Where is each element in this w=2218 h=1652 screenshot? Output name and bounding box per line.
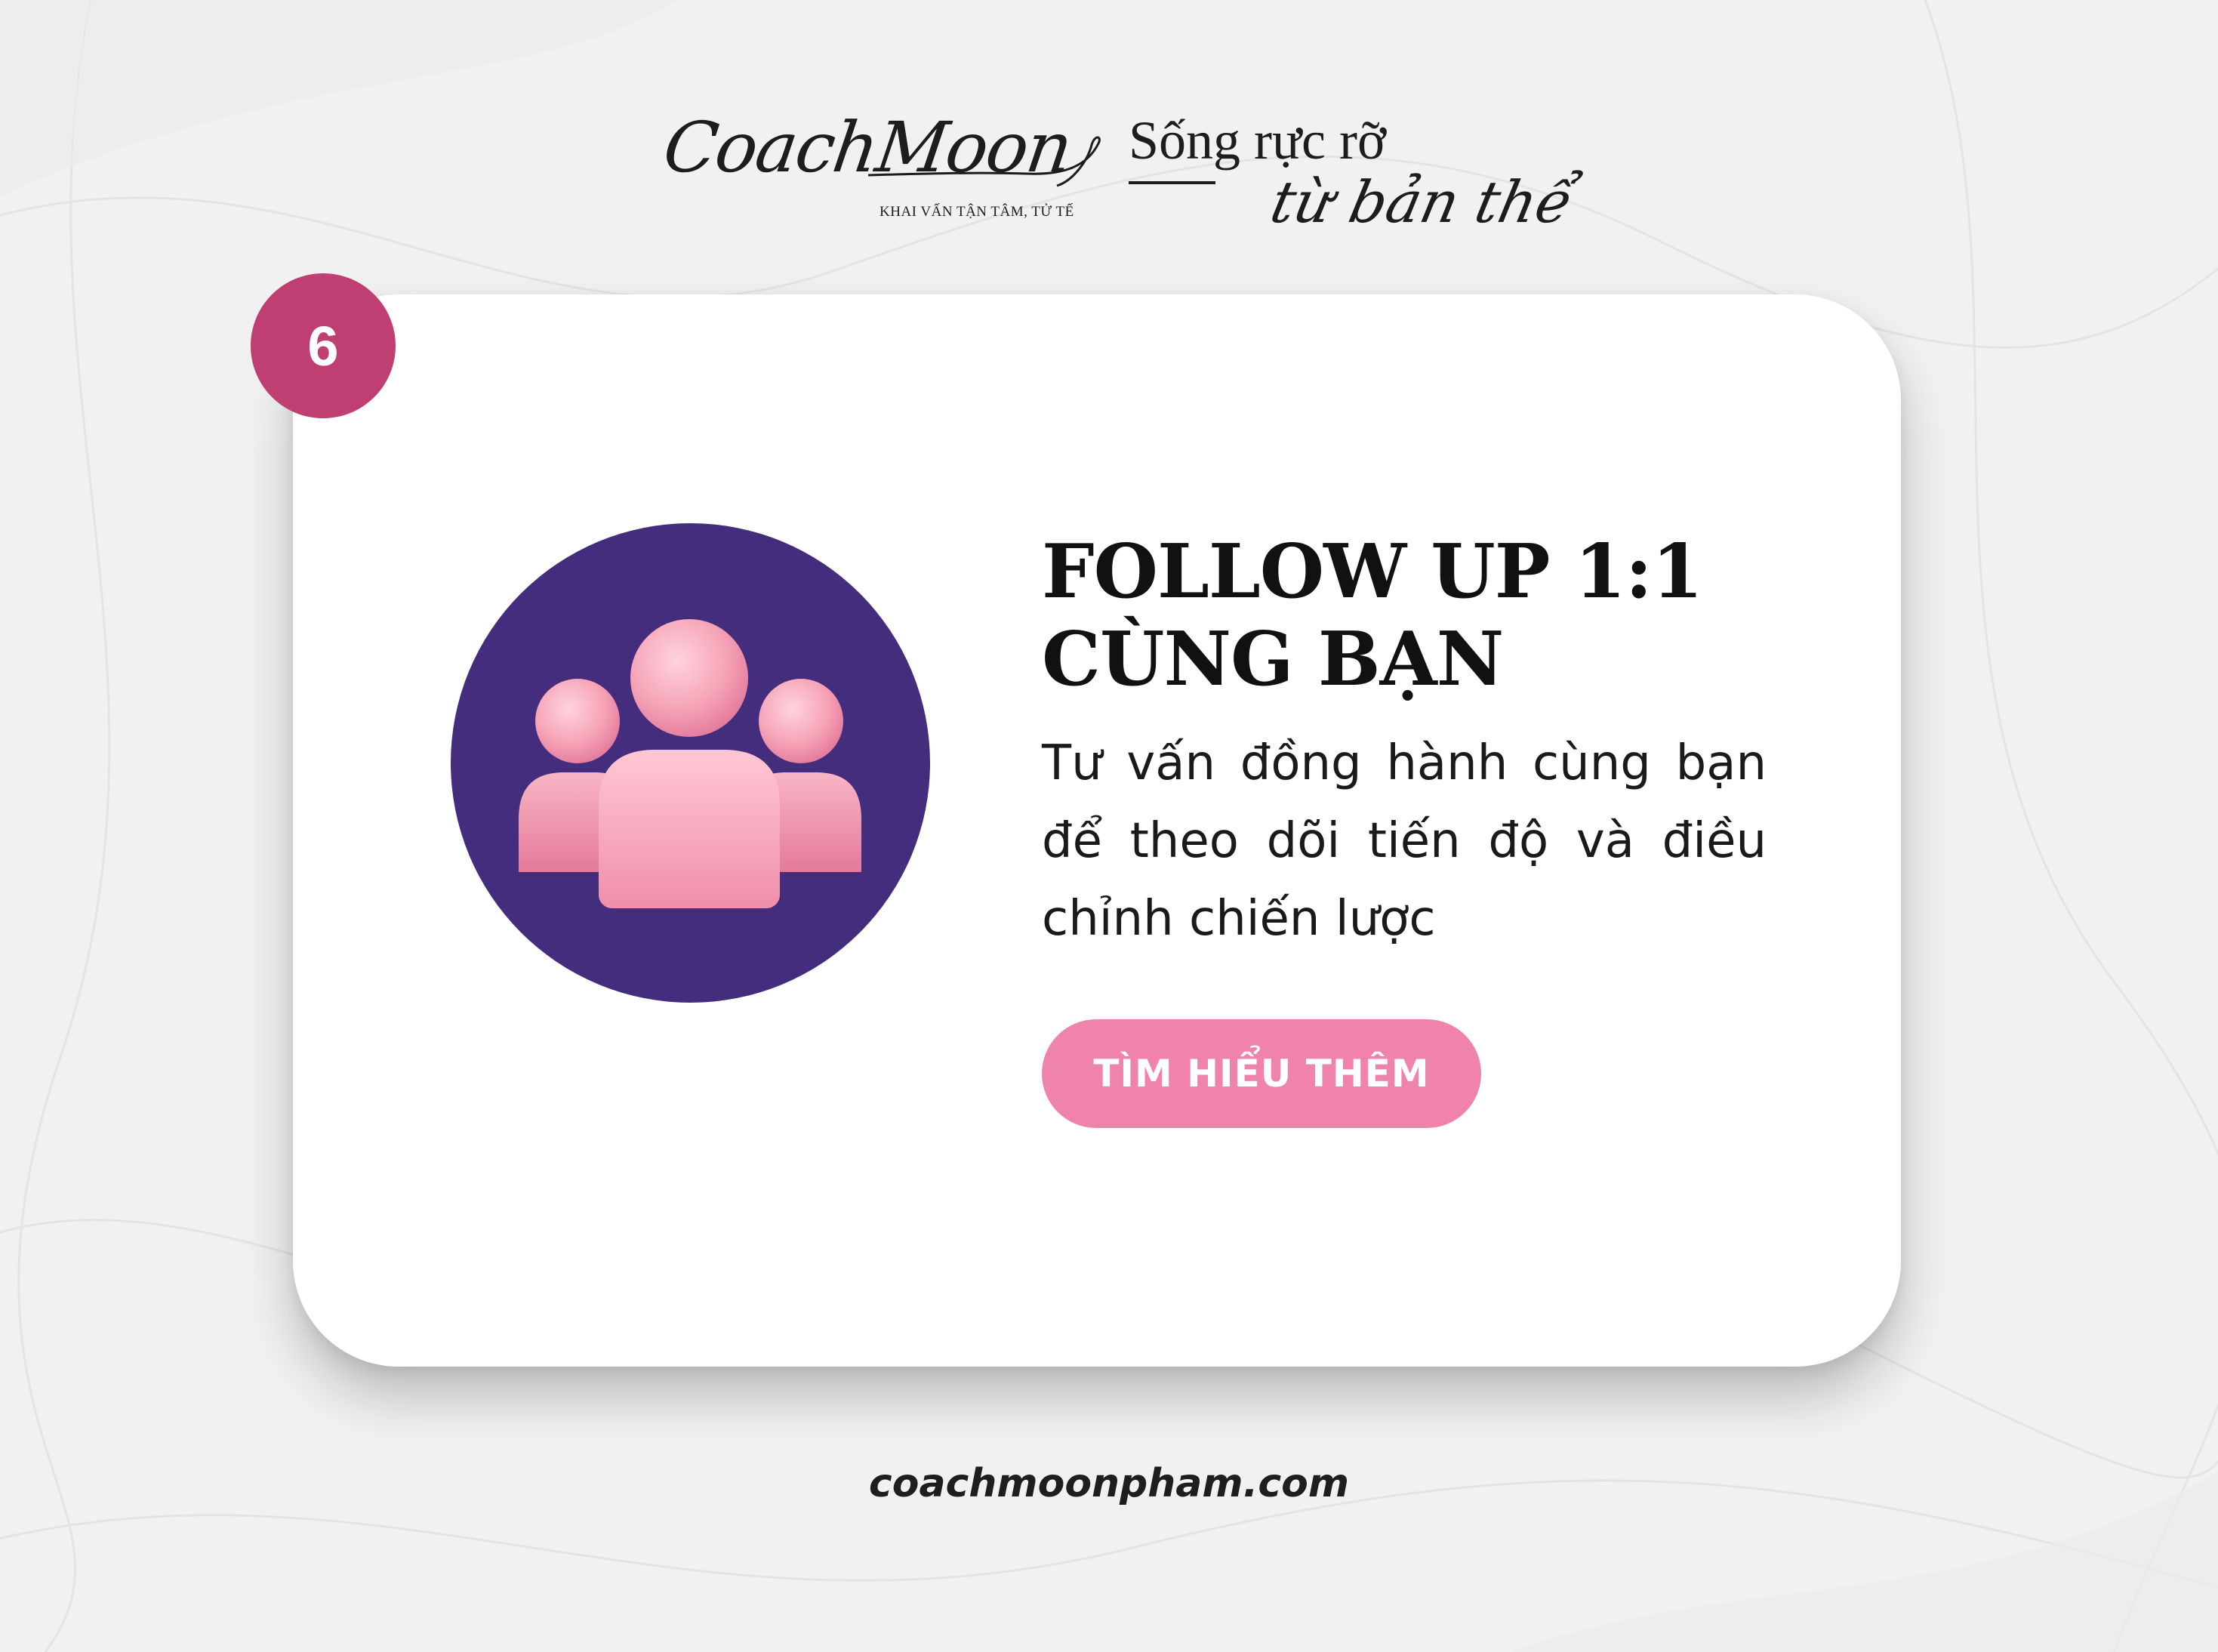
title-line-2: CÙNG BẠN — [1042, 616, 1504, 703]
group-of-people-icon — [519, 619, 861, 908]
card-title: FOLLOW UP 1:1 CÙNG BẠN — [1042, 529, 1797, 704]
website-url[interactable]: coachmoonpham.com — [0, 1461, 2218, 1506]
step-number-badge: 6 — [251, 273, 396, 418]
brand-tagline: KHAI VẤN TẬN TÂM, TỬ TẾ — [879, 204, 1074, 220]
logo-swoosh — [868, 136, 1101, 187]
title-line-1: FOLLOW UP 1:1 — [1042, 529, 1703, 615]
slogan-logo: Sống rực rỡ từ bản thể — [1129, 110, 1579, 264]
learn-more-button[interactable]: TÌM HIỂU THÊM — [1042, 1019, 1481, 1128]
slogan-line-1: Sống rực rỡ — [1129, 110, 1387, 171]
slogan-line-2: từ bản thể — [1265, 168, 1579, 236]
card-description: Tư vấn đồng hành cùng bạn để theo dõi ti… — [1042, 735, 1767, 947]
slogan-underline — [1129, 181, 1215, 184]
icon-circle — [451, 523, 930, 1003]
